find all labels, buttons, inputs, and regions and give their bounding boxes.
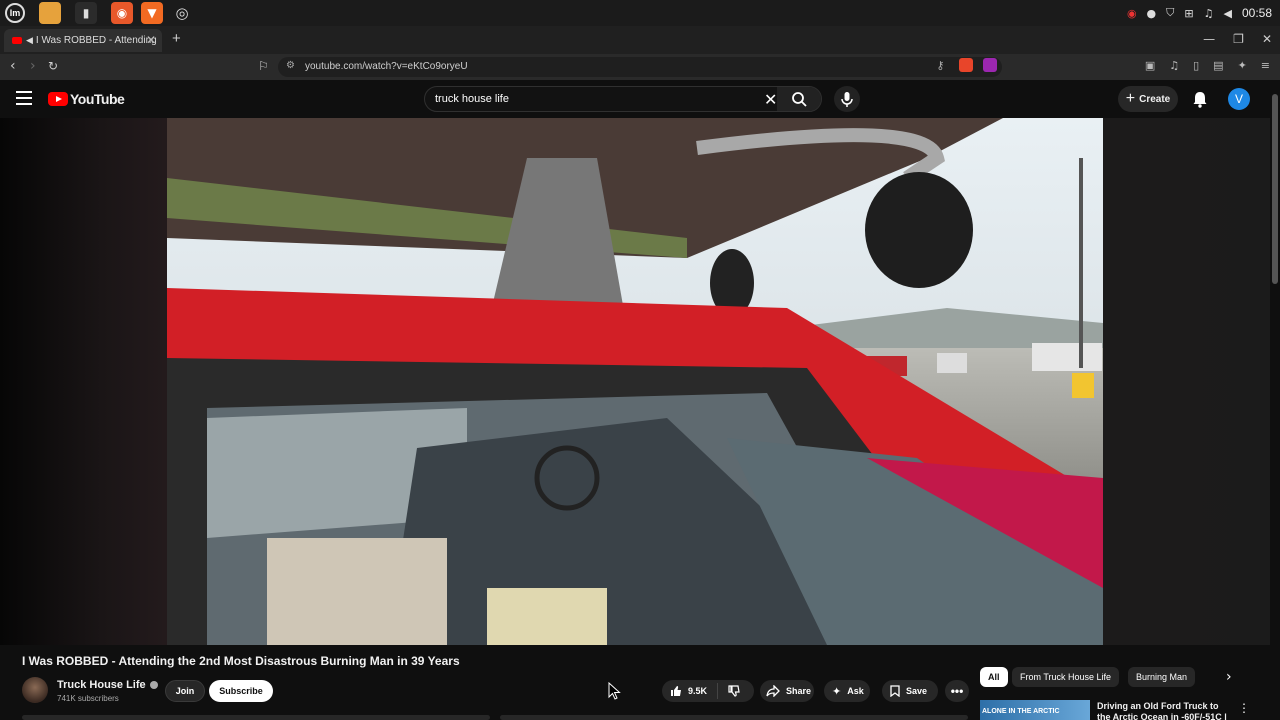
search-icon — [792, 92, 807, 107]
firefox-icon[interactable]: ◉ — [111, 2, 133, 24]
more-vertical-icon[interactable]: ⋮ — [1238, 701, 1250, 715]
close-window-icon[interactable]: ✕ — [1262, 32, 1272, 46]
microphone-icon — [841, 92, 853, 107]
clear-search-icon[interactable]: ✕ — [764, 90, 777, 109]
join-button[interactable]: Join — [165, 680, 205, 702]
channel-name-text: Truck House Life — [57, 679, 146, 691]
chip-burning-man[interactable]: Burning Man — [1128, 667, 1196, 687]
thumbs-up-icon — [671, 686, 681, 696]
chip-all[interactable]: All — [980, 667, 1008, 687]
video-frame-truck-interior — [167, 118, 1103, 645]
network-icon[interactable]: ⊞ — [1184, 7, 1193, 20]
address-bar[interactable]: ⚙ youtube.com/watch?v=eKtCo9oryeU ⚷ ▭ ➤ — [278, 57, 1002, 77]
shield-icon[interactable]: ⛉ — [1166, 6, 1174, 20]
save-playlist-icon — [890, 685, 900, 697]
comments-box[interactable] — [500, 715, 968, 720]
reload-icon[interactable]: ↻ — [48, 59, 58, 73]
more-horizontal-icon: ••• — [950, 684, 964, 698]
youtube-logo[interactable]: YouTube — [48, 91, 125, 107]
channel-name[interactable]: Truck House Life — [57, 679, 158, 691]
subscriber-count: 741K subscribers — [57, 694, 119, 703]
share-button[interactable]: Share — [760, 680, 814, 702]
music-icon[interactable]: ♫ — [1204, 7, 1214, 20]
os-taskbar: lm ▮ ◉ ▼ ◎ ◉ ● ⛉ ⊞ ♫ ◀ 00:58 — [0, 0, 1280, 26]
youtube-favicon-icon — [12, 37, 22, 44]
brave-rewards-icon[interactable] — [983, 58, 997, 72]
record-icon[interactable]: ◉ — [1127, 7, 1137, 20]
sparkle-icon: ✦ — [832, 684, 842, 698]
browser-tab[interactable]: ◀ I Was ROBBED - Attending ✕ — [4, 29, 162, 52]
chip-from-channel[interactable]: From Truck House Life — [1012, 667, 1120, 687]
url-text: youtube.com/watch?v=eKtCo9oryeU — [305, 61, 468, 72]
bookmark-icon[interactable]: ⚐ — [258, 59, 269, 73]
save-button[interactable]: Save — [882, 680, 938, 702]
search-bar: ✕ — [424, 86, 822, 112]
youtube-header: YouTube ✕ + Create V — [0, 80, 1280, 118]
screenshot-icon[interactable]: ▣ — [1145, 59, 1155, 72]
like-count: 9.5K — [688, 686, 708, 696]
new-tab-button[interactable]: + — [172, 30, 181, 47]
recommendation-title[interactable]: Driving an Old Ford Truck to the Arctic … — [1097, 701, 1233, 720]
maximize-icon[interactable]: ❐ — [1233, 32, 1244, 46]
window-controls: — ❐ ✕ — [1203, 32, 1272, 46]
video-title: I Was ROBBED - Attending the 2nd Most Di… — [22, 654, 460, 668]
dislike-button[interactable] — [718, 685, 740, 697]
chevron-right-icon[interactable]: › — [1226, 669, 1232, 685]
hamburger-menu-icon[interactable] — [16, 91, 32, 105]
channel-avatar[interactable] — [22, 677, 48, 703]
notifications-bell-icon[interactable] — [1192, 90, 1208, 108]
more-actions-button[interactable]: ••• — [945, 680, 969, 702]
clock[interactable]: 00:58 — [1242, 6, 1272, 20]
plus-icon: + — [1125, 90, 1136, 107]
browser-tab-bar: ◀ I Was ROBBED - Attending ✕ — [0, 26, 1280, 54]
brave-shields-icon[interactable] — [959, 58, 973, 72]
forward-icon[interactable]: › — [30, 58, 36, 74]
thumbs-down-icon — [728, 685, 740, 697]
voice-search-button[interactable] — [834, 86, 860, 112]
mint-menu-icon[interactable]: lm — [5, 3, 25, 23]
chromium-icon[interactable]: ◎ — [171, 2, 193, 24]
browser-toolbar: ‹ › ↻ ⚐ ⚙ youtube.com/watch?v=eKtCo9orye… — [0, 54, 1280, 80]
ai-icon[interactable]: ✦ — [1238, 59, 1247, 72]
share-label: Share — [786, 686, 812, 696]
recommendation-thumbnail[interactable]: ALONE IN THE ARCTIC — [980, 700, 1090, 720]
key-icon[interactable]: ⚷ — [936, 59, 944, 72]
menu-icon[interactable]: ≡ — [1261, 59, 1270, 72]
ask-label: Ask — [847, 686, 864, 696]
speaker-icon[interactable]: ◀ — [26, 36, 33, 46]
minimize-icon[interactable]: — — [1203, 32, 1215, 46]
files-icon[interactable] — [39, 2, 61, 24]
wallet-icon[interactable]: ▤ — [1213, 59, 1223, 72]
thumbnail-text: ALONE IN THE ARCTIC — [982, 708, 1060, 715]
media-icon[interactable]: ♫ — [1169, 59, 1179, 72]
create-button[interactable]: + Create — [1118, 86, 1178, 112]
sidebar-icon[interactable]: ▯ — [1193, 59, 1199, 72]
subscribe-button[interactable]: Subscribe — [209, 680, 273, 702]
terminal-icon[interactable]: ▮ — [75, 2, 97, 24]
description-box[interactable] — [22, 715, 490, 720]
logo-text: YouTube — [70, 91, 125, 107]
like-button[interactable]: 9.5K — [662, 683, 718, 699]
mouse-cursor-icon — [608, 682, 621, 700]
tab-title: I Was ROBBED - Attending — [35, 35, 157, 46]
save-label: Save — [906, 686, 928, 696]
search-input[interactable] — [435, 93, 735, 105]
create-label: Create — [1139, 93, 1171, 105]
youtube-play-icon — [48, 92, 68, 106]
video-player[interactable] — [167, 118, 1103, 645]
site-info-icon[interactable]: ⚙ — [286, 60, 295, 71]
volume-icon[interactable]: ◀ — [1224, 7, 1232, 20]
search-button[interactable] — [777, 87, 821, 111]
back-icon[interactable]: ‹ — [10, 58, 16, 74]
ask-button[interactable]: ✦ Ask — [824, 680, 870, 702]
share-icon — [766, 685, 780, 697]
like-dislike-group: 9.5K — [662, 680, 754, 702]
account-avatar[interactable]: V — [1228, 88, 1250, 110]
brave-icon[interactable]: ▼ — [141, 2, 163, 24]
update-icon[interactable]: ● — [1147, 7, 1157, 20]
verified-badge-icon — [149, 681, 158, 690]
page-scrollbar[interactable] — [1272, 94, 1278, 284]
close-tab-icon[interactable]: ✕ — [146, 33, 156, 47]
